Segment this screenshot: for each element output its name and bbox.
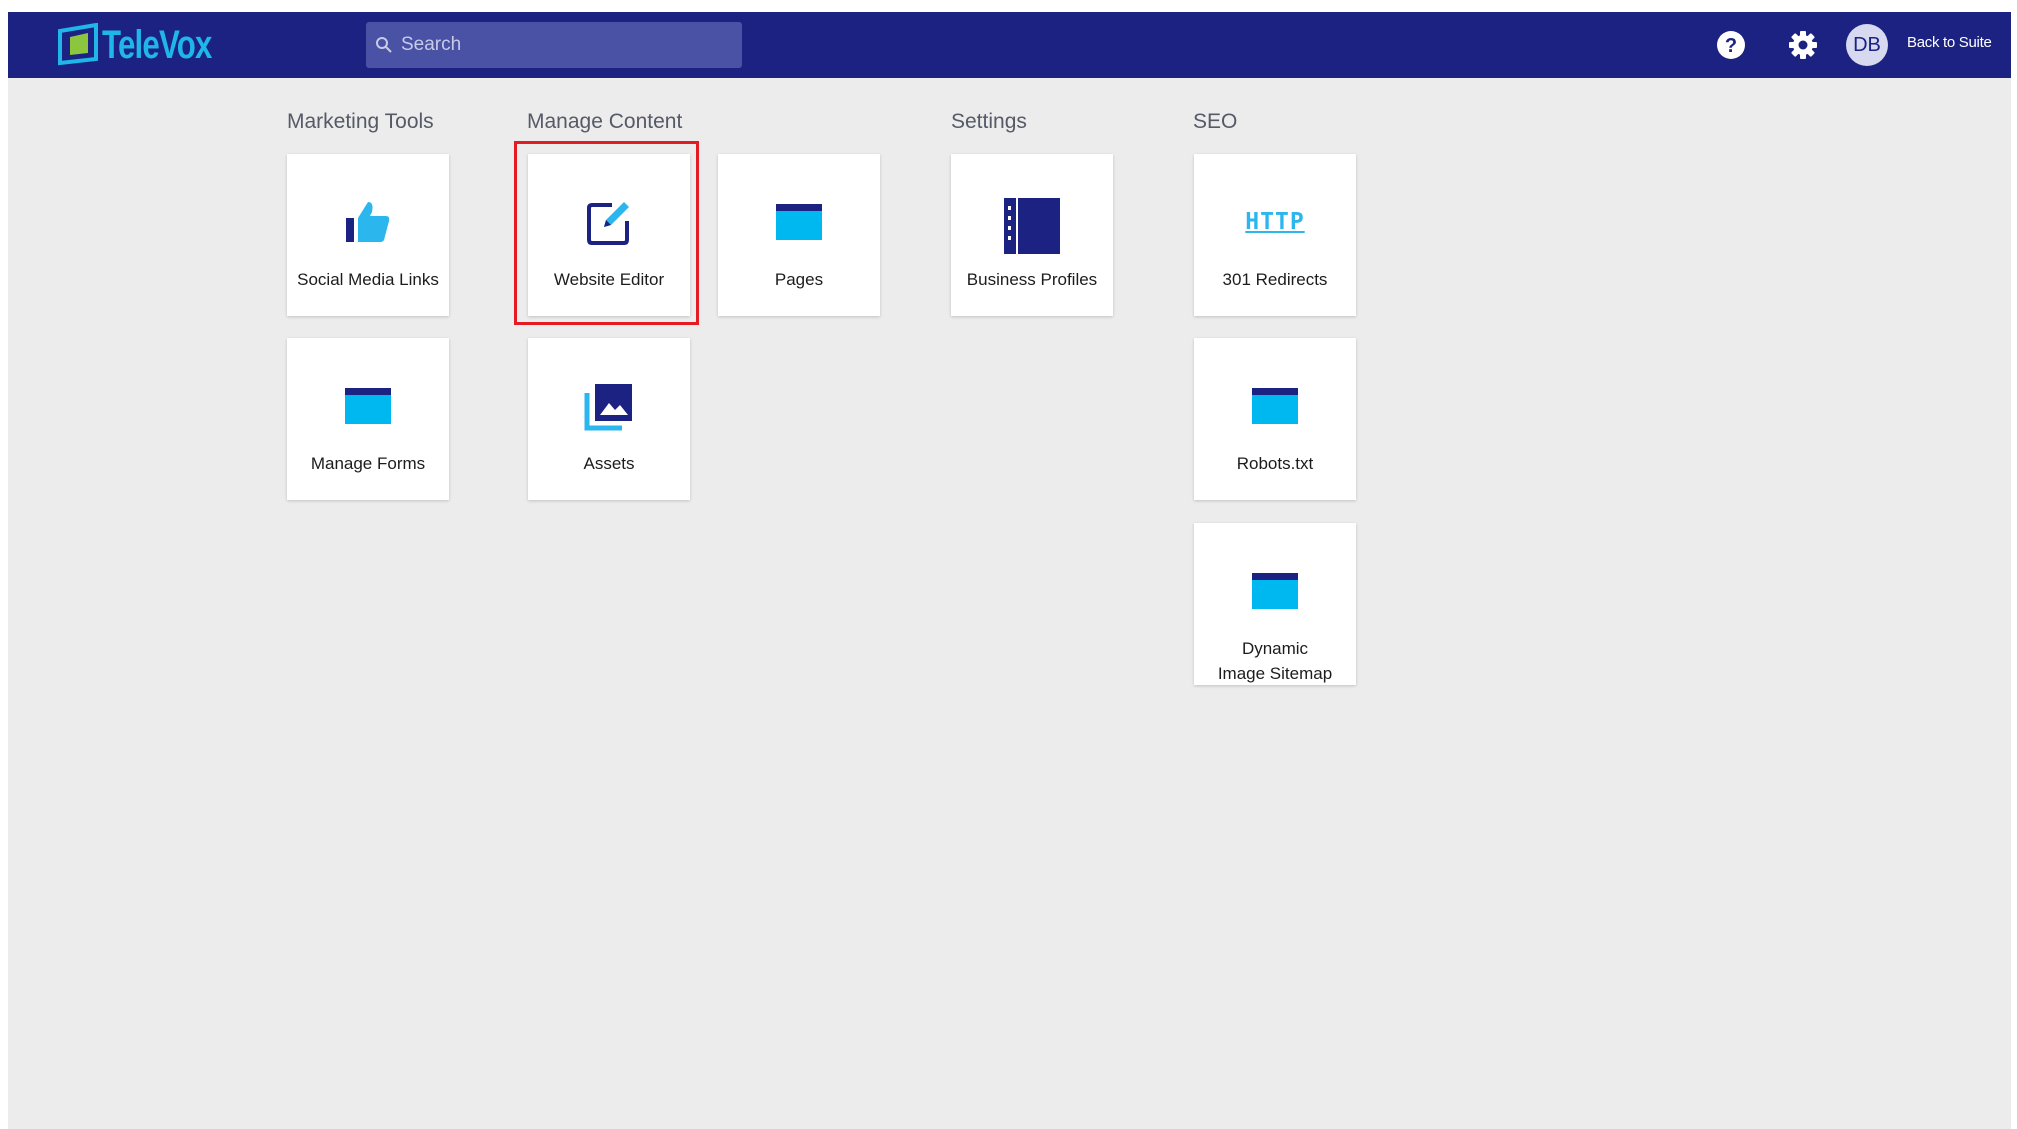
tile-label: 301 Redirects: [1222, 270, 1328, 289]
tile-social-media-links[interactable]: Social Media Links: [287, 154, 449, 316]
app-shell: TeleVox ? DB Back to Suite: [8, 12, 2011, 1129]
televox-logo[interactable]: TeleVox: [56, 22, 242, 68]
window-icon: [776, 204, 822, 240]
svg-text:?: ?: [1725, 35, 1737, 57]
tile-label: Pages: [774, 270, 824, 289]
tile-301-redirects[interactable]: HTTP 301 Redirects: [1194, 154, 1356, 316]
tile-label: Website Editor: [553, 270, 665, 289]
tile-website-editor[interactable]: Website Editor: [528, 154, 690, 316]
tile-dynamic-image-sitemap[interactable]: Dynamic Image Sitemap: [1194, 523, 1356, 685]
window-icon: [1252, 388, 1298, 424]
top-navigation-bar: TeleVox ? DB Back to Suite: [8, 12, 2011, 78]
window-icon: [345, 388, 391, 424]
help-icon[interactable]: ?: [1715, 29, 1747, 61]
tile-manage-forms[interactable]: Manage Forms: [287, 338, 449, 500]
window-icon: [1252, 573, 1298, 609]
section-title-manage-content: Manage Content: [527, 110, 683, 133]
tile-pages[interactable]: Pages: [718, 154, 880, 316]
section-title-marketing-tools: Marketing Tools: [287, 110, 434, 133]
edit-icon: [587, 202, 629, 245]
tile-label: Manage Forms: [310, 454, 426, 473]
section-title-settings: Settings: [951, 110, 1027, 133]
logo-text: TeleVox: [102, 22, 212, 67]
tile-label: Social Media Links: [297, 270, 439, 289]
search-input[interactable]: [399, 33, 733, 57]
user-avatar[interactable]: DB: [1846, 24, 1888, 66]
notebook-icon: [1004, 198, 1060, 254]
search-box[interactable]: [366, 22, 742, 68]
tile-label: Dynamic Image Sitemap: [1217, 639, 1333, 683]
gear-icon[interactable]: [1787, 29, 1819, 61]
thumbs-up-icon: [346, 202, 390, 242]
back-to-suite-link[interactable]: Back to Suite: [1907, 34, 1992, 51]
section-title-seo: SEO: [1193, 110, 1238, 133]
search-icon: [376, 37, 392, 53]
tile-label: Robots.txt: [1236, 454, 1314, 473]
http-icon: HTTP: [1245, 209, 1305, 235]
tile-label: Assets: [583, 454, 635, 473]
tile-robots-txt[interactable]: Robots.txt: [1194, 338, 1356, 500]
tile-label: Business Profiles: [966, 270, 1098, 289]
tile-assets[interactable]: Assets: [528, 338, 690, 500]
tile-business-profiles[interactable]: Business Profiles: [951, 154, 1113, 316]
image-library-icon: [584, 384, 632, 431]
logo-frame-icon: [58, 23, 98, 66]
